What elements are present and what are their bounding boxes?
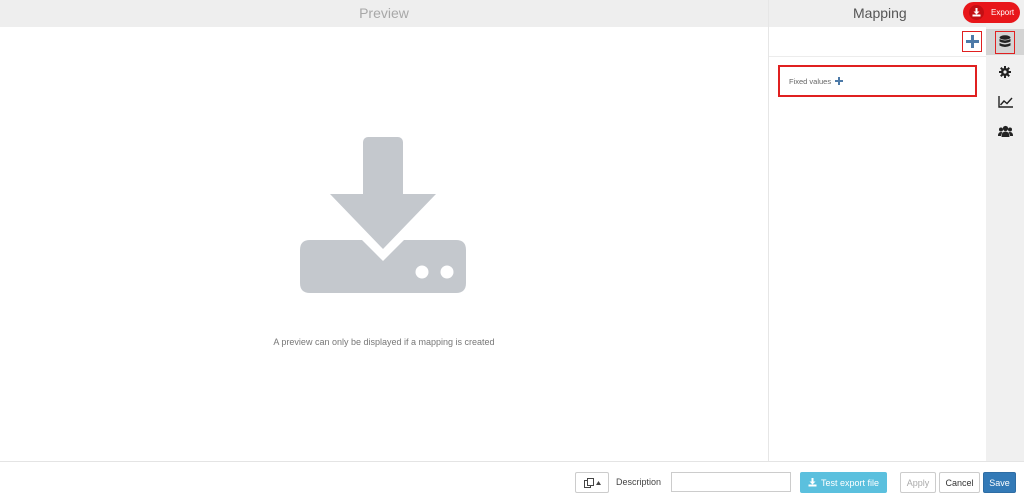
download-drive-icon xyxy=(298,137,468,295)
gear-icon xyxy=(999,66,1011,78)
export-button[interactable]: Export xyxy=(963,2,1020,23)
copy-dropdown-button[interactable] xyxy=(575,472,609,493)
cancel-button[interactable]: Cancel xyxy=(939,472,980,493)
plus-icon xyxy=(965,35,979,48)
copy-icon xyxy=(583,477,594,488)
download-icon xyxy=(808,478,817,487)
apply-button[interactable]: Apply xyxy=(900,472,936,493)
fixed-values-button[interactable]: Fixed values xyxy=(778,65,977,97)
divider xyxy=(769,56,986,57)
download-icon xyxy=(969,5,984,20)
statistics-button[interactable] xyxy=(986,89,1024,115)
footer-toolbar: Description Test export file Apply Cance… xyxy=(0,461,1024,496)
caret-up-icon xyxy=(595,480,601,485)
export-label: Export xyxy=(991,8,1015,17)
side-toolbar xyxy=(986,0,1024,461)
description-label: Description xyxy=(616,477,662,487)
mapping-title: Mapping xyxy=(769,0,986,27)
users-icon xyxy=(997,125,1013,137)
database-icon xyxy=(999,35,1011,47)
fixed-values-label: Fixed values xyxy=(789,76,832,86)
preview-panel: Preview A preview can only be displayed … xyxy=(0,0,768,461)
add-mapping-button[interactable] xyxy=(962,31,982,52)
plus-icon xyxy=(835,77,844,85)
preview-empty-message: A preview can only be displayed if a map… xyxy=(273,337,495,347)
test-export-file-button[interactable]: Test export file xyxy=(800,472,887,493)
mapping-panel: Mapping Fixed values xyxy=(768,0,986,461)
test-export-label: Test export file xyxy=(820,477,880,488)
line-chart-icon xyxy=(997,96,1013,108)
settings-button[interactable] xyxy=(986,59,1024,85)
description-input[interactable] xyxy=(671,472,791,492)
preview-title: Preview xyxy=(0,0,768,27)
database-button[interactable] xyxy=(986,29,1024,55)
save-button[interactable]: Save xyxy=(983,472,1016,493)
users-button[interactable] xyxy=(986,118,1024,144)
